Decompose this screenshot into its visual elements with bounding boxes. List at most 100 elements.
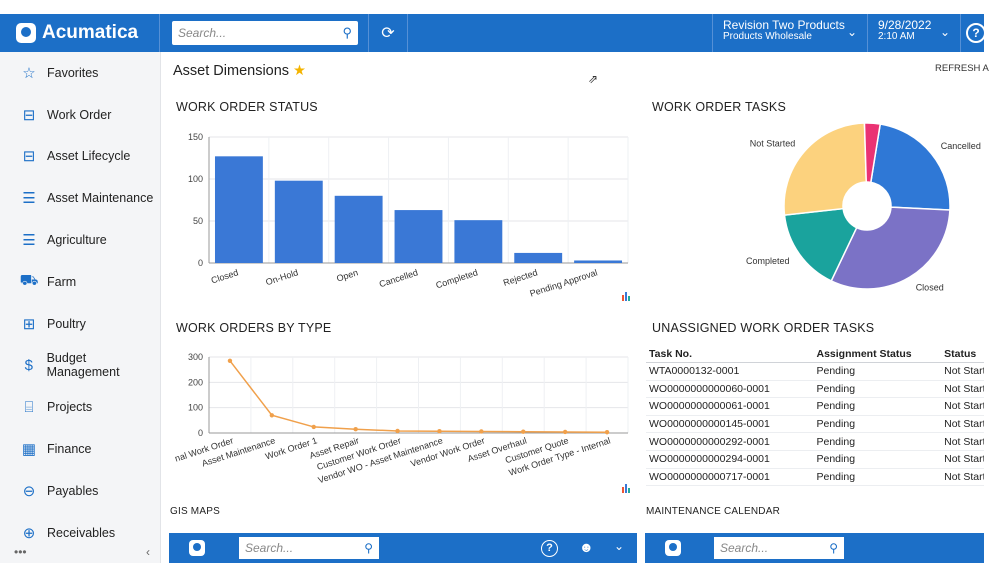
work-order-tasks-title: WORK ORDER TASKS — [652, 100, 787, 114]
refresh-all-button[interactable]: REFRESH A — [935, 63, 989, 74]
more-icon[interactable]: ••• — [14, 545, 27, 559]
search-input[interactable]: Search... ⚲ — [172, 21, 358, 45]
y-tick-label: 300 — [188, 352, 203, 362]
checklist-icon: ☰ — [22, 232, 36, 250]
x-tick-label: Closed — [210, 267, 240, 285]
x-tick-label: Cancelled — [378, 267, 419, 289]
user-icon[interactable]: ☻ — [579, 539, 594, 555]
bar — [574, 260, 623, 263]
table-cell: Pending — [816, 453, 856, 466]
sidebar-item-label: Favorites — [47, 65, 99, 80]
search-placeholder: Search... — [720, 541, 769, 555]
table-row[interactable]: WO0000000000292-0001 Pending Not Start — [646, 433, 984, 451]
table-cell: Pending — [816, 470, 856, 483]
gis-search-input[interactable]: Search... ⚲ — [239, 537, 379, 559]
table-row[interactable]: WO0000000000294-0001 Pending Not Start — [646, 451, 984, 469]
slice-label: Started — [873, 115, 902, 116]
data-point — [521, 429, 526, 434]
minus-circle-icon: ⊖ — [22, 482, 36, 500]
sidebar-item-label: Finance — [47, 442, 92, 457]
history-button[interactable]: ⟳ — [368, 14, 408, 52]
data-point — [395, 428, 400, 434]
acumatica-logo[interactable]: Acumatica — [0, 14, 160, 52]
sidebar-item-finance[interactable]: ▦ Finance — [0, 428, 160, 470]
sidebar-item-asset-maintenance[interactable]: ☰ Asset Maintenance — [0, 177, 160, 219]
sidebar-item-label: Farm — [47, 274, 77, 289]
sidebar-item-label: Work Order — [47, 107, 112, 122]
table-cell: Not Start — [944, 400, 984, 413]
top-bar: Acumatica Search... ⚲ ⟳ Revision Two Prod… — [0, 14, 986, 52]
table-header: Task No. Assignment Status Status — [646, 345, 984, 363]
y-tick-label: 0 — [198, 258, 203, 268]
chart-type-icon[interactable] — [622, 292, 631, 301]
column-assignment-status[interactable]: Assignment Status — [817, 348, 945, 360]
favorite-star-icon[interactable]: ★ — [293, 63, 306, 79]
table-cell: Pending — [816, 400, 856, 413]
date-selector[interactable]: 9/28/2022 2:10 AM ⌄ — [868, 14, 961, 52]
table-cell: Not Start — [944, 453, 984, 466]
table-cell: WO0000000000061-0001 — [649, 400, 770, 413]
logo-icon — [665, 540, 681, 556]
sidebar-item-label: Budget Management — [46, 351, 120, 380]
y-tick-label: 100 — [188, 174, 203, 184]
data-point — [604, 430, 610, 435]
sidebar-item-agriculture[interactable]: ☰ Agriculture — [0, 219, 160, 261]
help-icon[interactable]: ? — [966, 23, 986, 43]
calendar-search-input[interactable]: Search... ⚲ — [714, 537, 844, 559]
project-icon: ⌸ — [24, 398, 34, 416]
logo-icon — [189, 540, 205, 556]
data-point — [437, 429, 442, 434]
data-point — [479, 429, 484, 434]
sidebar: ☆ Favorites ⊟ Work Order ⊟ Asset Lifecycle ☰ As… — [0, 52, 161, 563]
sidebar-item-budget-management[interactable]: $ Budget Management — [0, 345, 160, 387]
tenant-branch: Products Wholesale — [723, 31, 812, 42]
x-tick-label: Completed — [434, 267, 478, 290]
y-tick-label: 100 — [188, 403, 203, 413]
data-point — [269, 413, 275, 418]
collapse-sidebar-icon[interactable]: ‹ — [146, 545, 150, 559]
table-row[interactable]: WO0000000000717-0001 Pending Not Start — [646, 469, 984, 487]
gis-maps-toolbar: Search... ⚲ ? ☻ ⌄ — [169, 533, 637, 563]
search-icon: ⚲ — [342, 25, 352, 40]
briefcase-icon: ⊟ — [22, 148, 36, 166]
chart-type-icon[interactable] — [622, 484, 631, 493]
sidebar-item-projects[interactable]: ⌸ Projects — [0, 386, 160, 428]
star-icon: ☆ — [22, 64, 36, 82]
work-orders-by-type-title: WORK ORDERS BY TYPE — [176, 321, 332, 335]
column-status[interactable]: Status — [944, 348, 984, 360]
column-task-no[interactable]: Task No. — [646, 348, 817, 360]
slice-label: Cancelled — [941, 141, 981, 151]
sidebar-item-farm[interactable]: ⛟ Farm — [0, 261, 160, 303]
unassigned-tasks-title: UNASSIGNED WORK ORDER TASKS — [652, 321, 875, 335]
bar — [334, 195, 383, 263]
sidebar-item-payables[interactable]: ⊖ Payables — [0, 470, 160, 512]
table-row[interactable]: WTA0000132-0001 Pending Not Start — [646, 363, 984, 381]
search-placeholder: Search... — [245, 541, 294, 555]
truck-icon: ⛟ — [19, 272, 39, 290]
sidebar-item-favorites[interactable]: ☆ Favorites — [0, 52, 160, 94]
bar — [394, 210, 443, 263]
plus-nine-icon: ⊞ — [22, 315, 36, 333]
sidebar-item-label: Projects — [47, 400, 93, 415]
sidebar-item-poultry[interactable]: ⊞ Poultry — [0, 303, 160, 345]
table-cell: Not Start — [944, 382, 984, 395]
tenant-selector[interactable]: Revision Two Products Products Wholesale ⌄ — [712, 14, 868, 52]
table-cell: Pending — [816, 365, 856, 378]
work-order-tasks-chart: Cancelled Closed Completed Not Started Start… — [746, 115, 981, 293]
checklist-icon: ☰ — [22, 190, 36, 208]
table-row[interactable]: WO0000000000060-0001 Pending Not Start — [646, 381, 984, 399]
table-cell: Not Start — [944, 365, 984, 378]
table-row[interactable]: WO0000000000145-0001 Pending Not Start — [646, 416, 984, 434]
chevron-down-icon[interactable]: ⌄ — [614, 539, 624, 553]
page-title-text: Asset Dimensions — [173, 63, 290, 79]
work-order-status-title: WORK ORDER STATUS — [176, 100, 318, 114]
calculator-icon: ▦ — [21, 441, 37, 459]
table-cell: WO0000000000717-0001 — [649, 470, 770, 483]
help-icon[interactable]: ? — [541, 540, 558, 557]
sidebar-item-work-order[interactable]: ⊟ Work Order — [0, 94, 160, 136]
x-tick-label: Open — [335, 267, 359, 283]
table-row[interactable]: WO0000000000061-0001 Pending Not Start — [646, 398, 984, 416]
chevron-down-icon: ⌄ — [939, 25, 950, 39]
sidebar-item-asset-lifecycle[interactable]: ⊟ Asset Lifecycle — [0, 136, 160, 178]
calendar-toolbar: Search... ⚲ — [645, 533, 984, 563]
